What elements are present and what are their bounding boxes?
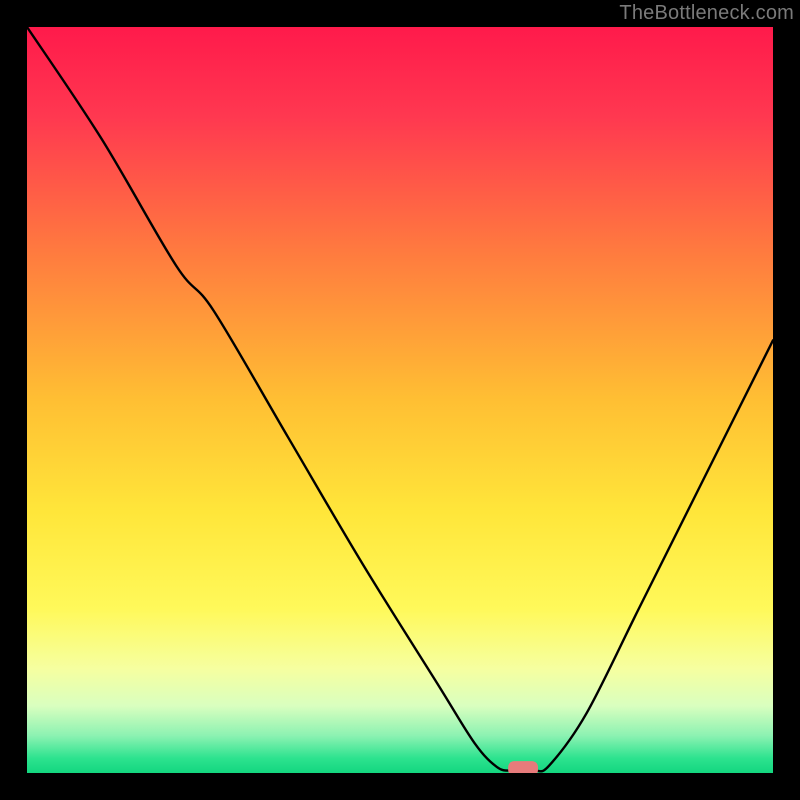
optimal-marker [508, 761, 538, 773]
watermark-text: TheBottleneck.com [619, 2, 794, 25]
chart-frame: TheBottleneck.com [0, 0, 800, 800]
chart-svg [27, 27, 773, 773]
gradient-background [27, 27, 773, 773]
plot-area [27, 27, 773, 773]
